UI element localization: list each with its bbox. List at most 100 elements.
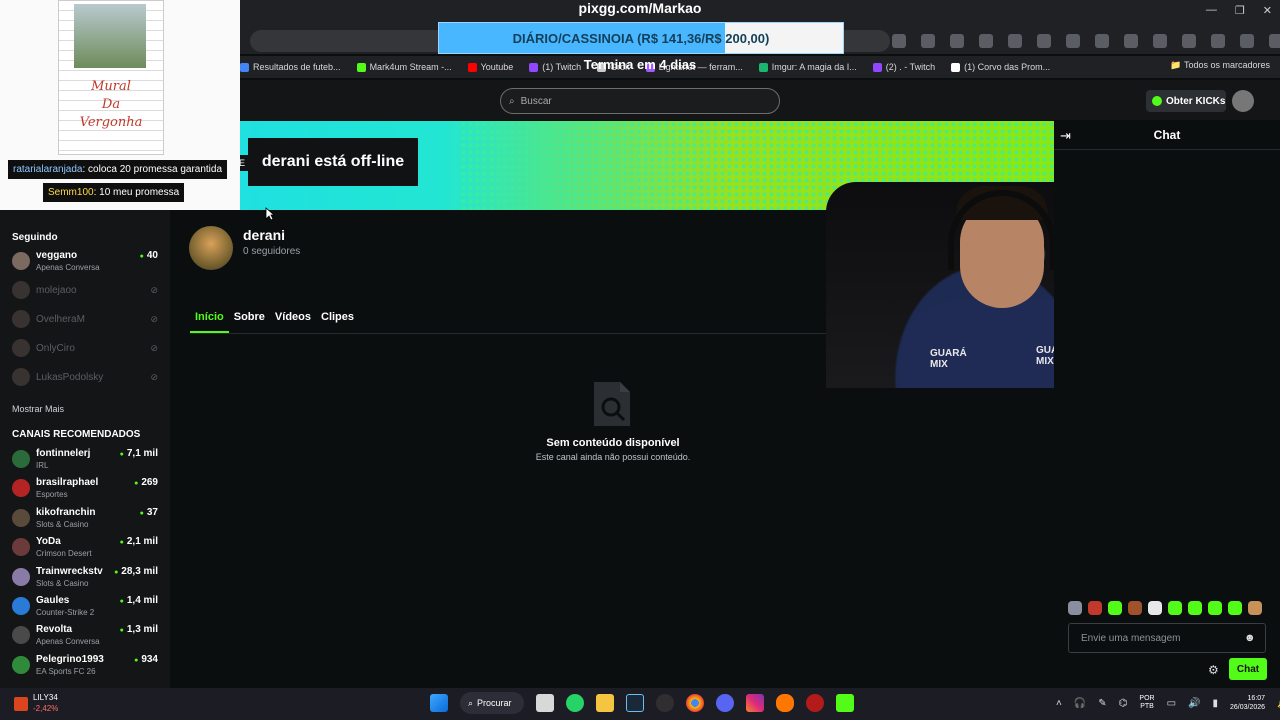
tab-videos[interactable]: Vídeos	[270, 311, 316, 333]
chrome-icon[interactable]	[686, 694, 704, 712]
chat-send-button[interactable]: Chat	[1229, 658, 1267, 680]
sidebar-channel-category: IRL	[36, 461, 49, 470]
hide-eye-icon[interactable]	[892, 34, 906, 48]
sidebar-recommended-channel[interactable]: fontinnelerj IRL 7,1 mil	[12, 448, 160, 474]
app-icon[interactable]	[806, 694, 824, 712]
extension-icon[interactable]	[1037, 34, 1051, 48]
windows-start-icon[interactable]	[430, 694, 448, 712]
sidebar-channel-name: OvelheraM	[36, 314, 85, 325]
instagram-icon[interactable]	[746, 694, 764, 712]
sidebar-channel-offline[interactable]: LukasPodolsky ⊘	[12, 366, 160, 392]
clock[interactable]: 16:07 26/03/2026	[1230, 694, 1265, 712]
sidebar-channel-offline[interactable]: OnlyCiro ⊘	[12, 337, 160, 363]
soundcloud-icon[interactable]	[776, 694, 794, 712]
bookmark-item[interactable]: Resultados de futeb...	[240, 62, 341, 72]
search-input[interactable]: ⌕ Buscar	[500, 88, 780, 114]
menu-icon[interactable]	[1269, 34, 1280, 48]
steam-icon[interactable]	[626, 694, 644, 712]
translate-icon[interactable]	[1153, 34, 1167, 48]
emote-icon[interactable]	[1188, 601, 1202, 615]
emote-icon[interactable]	[1168, 601, 1182, 615]
bookmark-item[interactable]: Mark4um Stream -...	[356, 62, 452, 72]
twitch-extension-icon[interactable]	[979, 34, 993, 48]
minimize-icon[interactable]: —	[1206, 4, 1217, 17]
bookmark-favicon-icon	[467, 62, 477, 72]
emote-icon[interactable]	[1148, 601, 1162, 615]
headset-tray-icon[interactable]: 🎧	[1074, 698, 1086, 709]
file-explorer-icon[interactable]	[596, 694, 614, 712]
download-icon[interactable]	[1124, 34, 1138, 48]
pen-icon[interactable]: ✎	[1098, 698, 1106, 709]
sidebar-recommended-channel[interactable]: YoDaCrimson Desert 2,1 mil	[12, 536, 160, 562]
sidebar-channel-offline[interactable]: OvelheraM ⊘	[12, 308, 160, 334]
sidebar-recommended-channel[interactable]: brasilraphaelEsportes 269	[12, 477, 160, 503]
reading-list-icon[interactable]	[1211, 34, 1225, 48]
extension-icon[interactable]	[1066, 34, 1080, 48]
user-avatar[interactable]	[1232, 90, 1254, 112]
channel-avatar[interactable]	[189, 226, 233, 270]
extension-icon[interactable]	[1008, 34, 1022, 48]
close-icon[interactable]: ✕	[1263, 4, 1272, 17]
get-kicks-button[interactable]: Obter KICKs	[1146, 90, 1226, 112]
bookmark-item[interactable]: (2) . - Twitch	[872, 62, 935, 72]
sidebar-channel-name: YoDa	[36, 536, 61, 548]
emote-icon[interactable]	[1068, 601, 1082, 615]
puzzle-icon[interactable]	[1095, 34, 1109, 48]
bookmark-item[interactable]: Youtube	[467, 62, 513, 72]
tab-sobre[interactable]: Sobre	[229, 311, 270, 333]
sidebar-channel-category: Slots & Casino	[36, 519, 89, 529]
bookmark-item[interactable]: Imgur: A magia da I...	[758, 62, 857, 72]
emote-icon[interactable]	[1208, 601, 1222, 615]
channel-avatar	[12, 508, 30, 527]
whatsapp-icon[interactable]	[566, 694, 584, 712]
obs-icon[interactable]	[656, 694, 674, 712]
emote-icon[interactable]	[1128, 601, 1142, 615]
bookmark-item[interactable]: (1) Corvo das Prom...	[951, 62, 1050, 72]
emote-icon[interactable]	[1228, 601, 1242, 615]
emoji-picker-icon[interactable]: ☻	[1244, 632, 1256, 644]
emote-icon[interactable]	[1248, 601, 1262, 615]
all-bookmarks-link[interactable]: 📁 Todos os marcadores	[1170, 60, 1270, 71]
taskbar-search-label: Procurar	[477, 698, 512, 708]
tab-clipes[interactable]: Clipes	[316, 311, 359, 333]
channel-tabs: Início Sobre Vídeos Clipes	[190, 311, 359, 333]
emote-icon[interactable]	[1088, 601, 1102, 615]
bookmark-label: Mark4um Stream -...	[369, 62, 452, 72]
emote-icon[interactable]	[1108, 601, 1122, 615]
profile-icon[interactable]	[1240, 34, 1254, 48]
language-indicator[interactable]: POR PTB	[1139, 695, 1154, 711]
chevron-up-icon[interactable]: ˄	[1056, 698, 1062, 709]
chat-message-input[interactable]: Envie uma mensagem	[1068, 623, 1266, 653]
sidebar-recommended-channel[interactable]: TrainwreckstvSlots & Casino 28,3 mil	[12, 566, 160, 592]
goal-text: DIÁRIO/CASSINOIA (R$ 141,36/R$ 200,00)	[512, 30, 770, 46]
sidebar-recommended-channel[interactable]: kikofranchinSlots & Casino 37	[12, 507, 160, 533]
sidebar-recommended-channel[interactable]: RevoltaApenas Conversa 1,3 mil	[12, 624, 160, 650]
all-bookmarks-label: Todos os marcadores	[1183, 60, 1270, 70]
taskbar-search[interactable]: ⌕ Procurar	[460, 692, 524, 714]
sidebar-channel-online[interactable]: veggano Apenas Conversa 40	[12, 250, 160, 276]
restore-icon[interactable]: ❐	[1235, 4, 1245, 17]
goal-progress-bar: DIÁRIO/CASSINOIA (R$ 141,36/R$ 200,00)	[438, 22, 844, 54]
cast-icon[interactable]	[1182, 34, 1196, 48]
show-more-link[interactable]: Mostrar Mais	[12, 404, 64, 414]
volume-icon[interactable]: 🔊	[1188, 698, 1200, 709]
monitor-icon[interactable]: ▭	[1167, 698, 1176, 709]
sidebar-channel-offline[interactable]: molejaoo ⊘	[12, 279, 160, 305]
language-line-1: POR	[1139, 695, 1155, 702]
star-icon[interactable]	[921, 34, 935, 48]
sidebar-recommended-channel[interactable]: Gaules Counter-Strike 2 1,4 mil	[12, 595, 160, 621]
bookmarks-bar: Resultados de futeb... Mark4um Stream -..…	[240, 56, 1280, 78]
kick-app-icon[interactable]	[836, 694, 854, 712]
extension-icon[interactable]	[950, 34, 964, 48]
tab-inicio[interactable]: Início	[190, 311, 229, 333]
task-view-icon[interactable]	[536, 694, 554, 712]
chat-placeholder: Envie uma mensagem	[1081, 632, 1181, 644]
battery-icon[interactable]: ▮	[1213, 698, 1219, 709]
discord-icon[interactable]	[716, 694, 734, 712]
collapse-chat-icon[interactable]: ⇥	[1060, 128, 1071, 144]
channel-avatar	[12, 368, 30, 386]
network-icon[interactable]: ⌬	[1119, 698, 1128, 709]
sidebar-recommended-channel[interactable]: Pelegrino1993EA Sports FC 26 934	[12, 654, 160, 680]
chat-settings-icon[interactable]: ⚙	[1208, 663, 1219, 677]
overlay-chat-user: Semm100	[48, 187, 94, 198]
